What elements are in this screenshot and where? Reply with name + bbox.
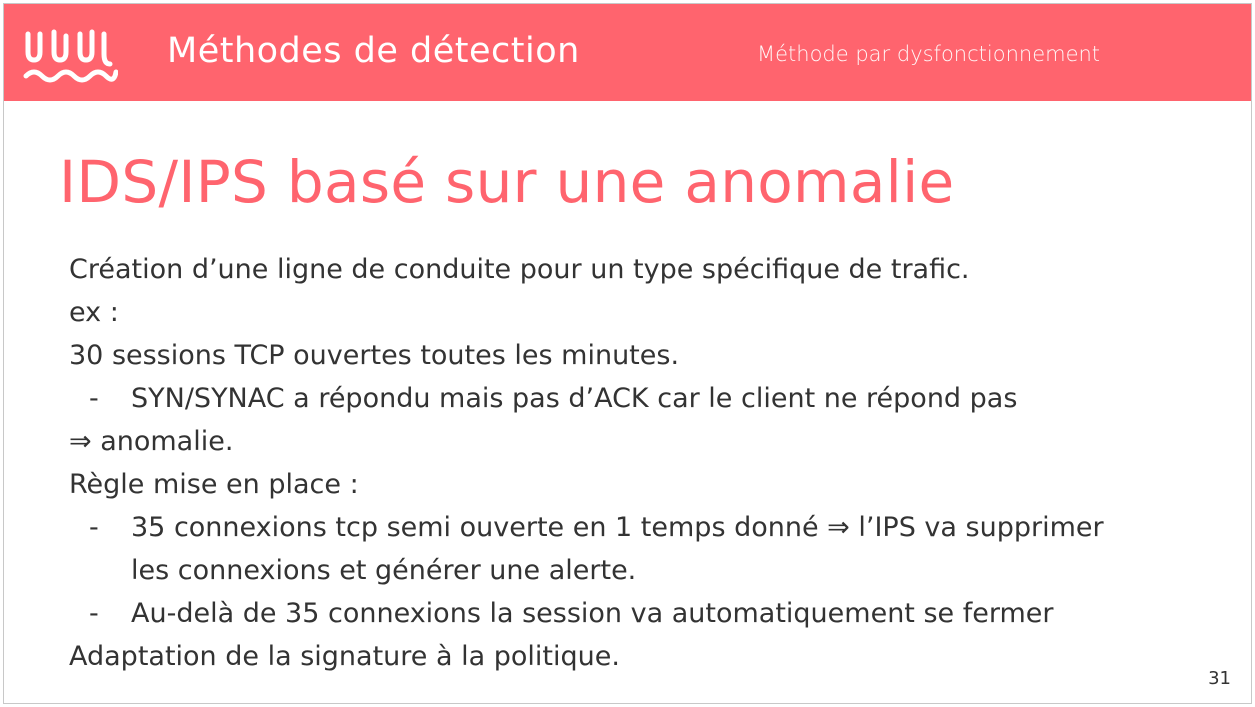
slide-content: Création d’une ligne de conduite pour un… (69, 248, 1209, 678)
bullet-item: - Au-delà de 35 connexions la session va… (69, 592, 1209, 635)
bullet-text: SYN/SYNAC a répondu mais pas d’ACK car l… (131, 383, 1018, 414)
slide-title: IDS/IPS basé sur une anomalie (59, 148, 955, 216)
content-line: Adaptation de la signature à la politiqu… (69, 641, 620, 672)
bullet-text: Au-delà de 35 connexions la session va a… (131, 598, 1054, 629)
content-line: Création d’une ligne de conduite pour un… (69, 254, 970, 285)
slide-header: Méthodes de détection Méthode par dysfon… (4, 4, 1251, 101)
bullet-text: les connexions et générer une alerte. (131, 555, 637, 586)
content-line: 30 sessions TCP ouvertes toutes les minu… (69, 340, 680, 371)
bullet-item: - SYN/SYNAC a répondu mais pas d’ACK car… (69, 377, 1209, 420)
bullet-item: - 35 connexions tcp semi ouverte en 1 te… (69, 506, 1209, 592)
page-number: 31 (1208, 668, 1231, 689)
content-line: ex : (69, 297, 119, 328)
content-line: ⇒ anomalie. (69, 426, 234, 457)
content-line: Règle mise en place : (69, 469, 359, 500)
bullet-dash: - (89, 512, 99, 543)
section-title: Méthodes de détection (167, 31, 580, 71)
bullet-dash: - (89, 383, 99, 414)
bullet-dash: - (89, 598, 99, 629)
bullet-text: 35 connexions tcp semi ouverte en 1 temp… (131, 512, 1104, 543)
wavy-lines-logo-icon (23, 29, 118, 83)
section-subtitle: Méthode par dysfonctionnement (757, 42, 1101, 66)
slide: Méthodes de détection Méthode par dysfon… (3, 3, 1252, 704)
